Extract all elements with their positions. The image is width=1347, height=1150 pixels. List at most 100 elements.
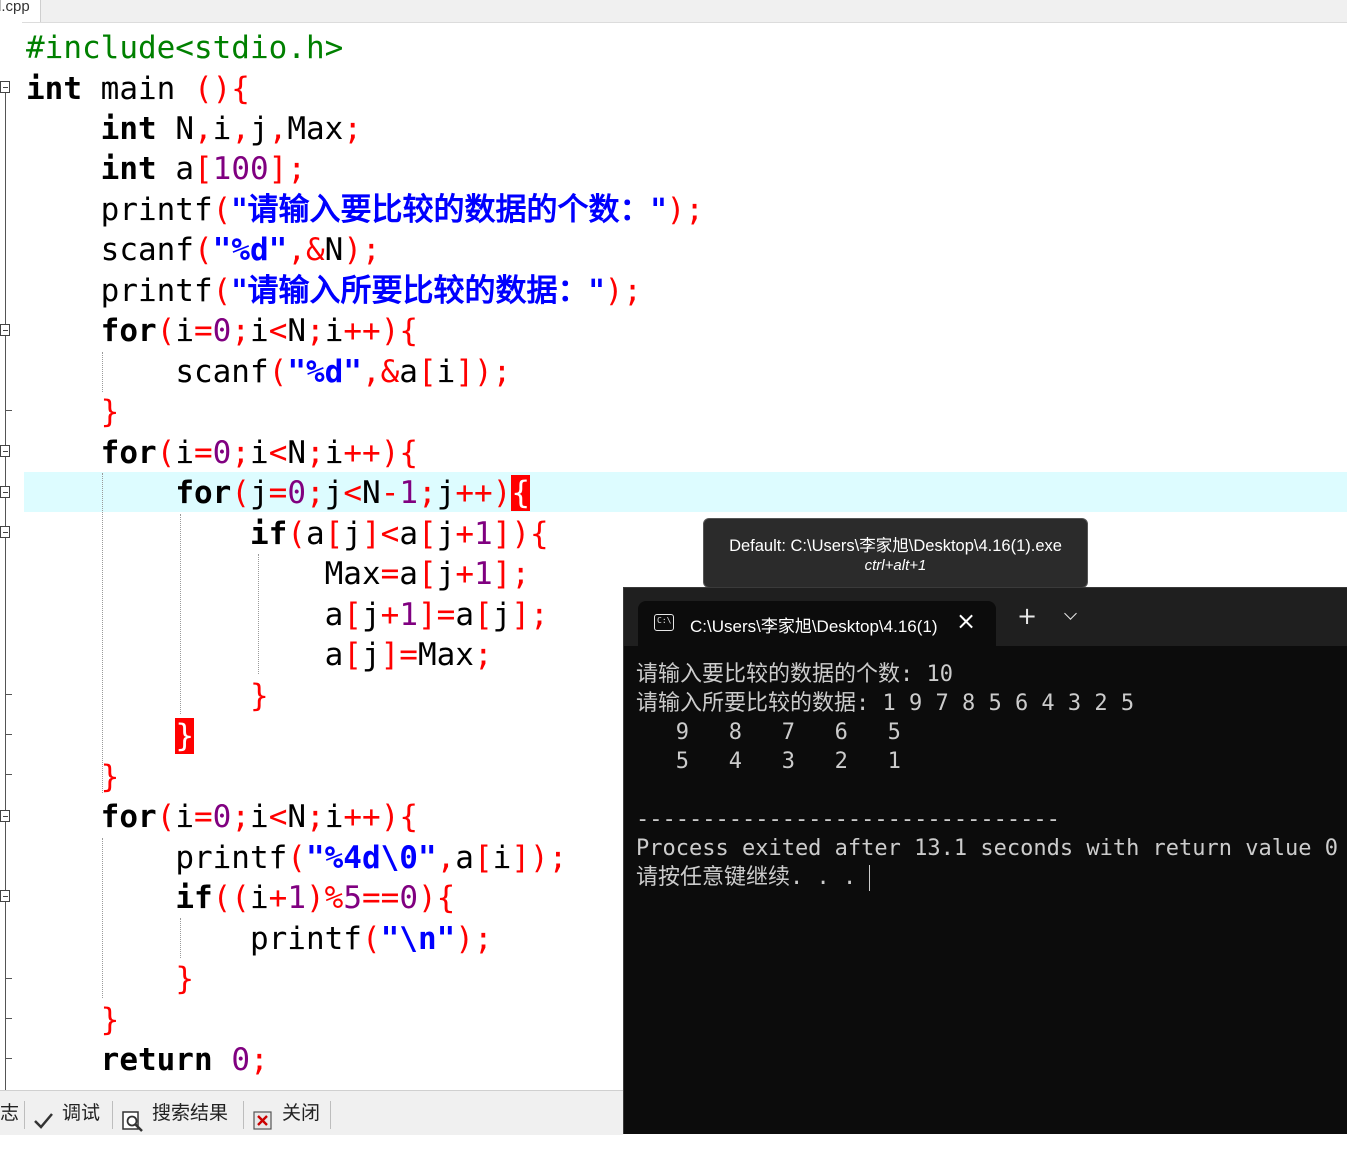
code-token: 0 <box>399 880 418 916</box>
code-token: < <box>268 435 288 471</box>
tab-search-results[interactable]: 搜索结果 <box>122 1091 228 1135</box>
code-token: if <box>175 880 213 916</box>
tab-separator <box>243 1101 244 1129</box>
code-token: ); <box>666 192 704 228</box>
code-token: < <box>343 475 363 511</box>
terminal-output[interactable]: 请输入要比较的数据的个数: 10 请输入所要比较的数据: 1 9 7 8 5 6… <box>636 660 1347 892</box>
fold-toggle-icon[interactable] <box>0 445 10 457</box>
code-token: j <box>436 475 456 511</box>
code-token: } <box>100 1002 120 1038</box>
terminal-line: -------------------------------- <box>636 807 1060 832</box>
tab-close-label: 关闭 <box>282 1102 321 1124</box>
code-line: a[j]=Max; <box>26 635 493 675</box>
tooltip-shortcut: ctrl+alt+1 <box>864 557 927 574</box>
code-token: ,& <box>361 354 400 390</box>
code-token: return <box>100 1042 213 1078</box>
code-token: 1 <box>399 597 418 633</box>
code-token: ++){ <box>343 435 419 471</box>
code-token: 1 <box>287 880 306 916</box>
tab-separator <box>112 1101 113 1129</box>
terminal-line: 5 4 3 2 1 <box>636 749 901 774</box>
code-token: "%4d\0" <box>305 840 437 876</box>
code-token: 0 <box>212 799 232 835</box>
fold-end-tick <box>5 734 12 735</box>
tab-log[interactable]: 志 <box>0 1091 19 1135</box>
code-token: for <box>100 799 157 835</box>
tab-separator <box>330 1101 331 1129</box>
code-token: ]; <box>511 597 549 633</box>
tab-debug-label: 调试 <box>62 1102 101 1124</box>
code-token: ( <box>287 840 306 876</box>
editor-tab-strip: l.cpp <box>0 0 1347 23</box>
code-token: ( <box>212 273 232 309</box>
code-token: "请输入所要比较的数据：" <box>231 273 605 309</box>
code-token: ; <box>231 799 251 835</box>
code-token: = <box>194 313 213 349</box>
fold-toggle-icon[interactable] <box>0 890 10 902</box>
code-token: 1 <box>399 475 419 511</box>
code-token: (){ <box>193 71 250 107</box>
code-token: } <box>249 678 269 714</box>
terminal-window[interactable]: C:\Users\李家旭\Desktop\4.16(1).exe × + 请输入… <box>623 587 1347 1134</box>
terminal-line: 请输入所要比较的数据: 1 9 7 8 5 6 4 3 2 5 <box>636 691 1135 716</box>
chevron-down-icon[interactable] <box>1064 608 1078 622</box>
terminal-line: 请按任意键继续. . . <box>636 865 870 890</box>
close-icon[interactable]: × <box>956 607 976 635</box>
terminal-tab[interactable]: C:\Users\李家旭\Desktop\4.16(1).exe × <box>638 601 996 646</box>
terminal-line: 9 8 7 6 5 <box>636 720 901 745</box>
code-token: , <box>231 111 250 147</box>
terminal-titlebar: C:\Users\李家旭\Desktop\4.16(1).exe × + <box>624 588 1347 646</box>
code-token: "请输入要比较的数据的个数：" <box>231 192 667 228</box>
fold-end-tick <box>5 1018 12 1019</box>
code-token: i <box>175 313 194 349</box>
code-token: 1 <box>473 556 493 592</box>
code-line: for(i=0;i<N;i++){ <box>26 797 418 837</box>
code-token: Max <box>324 556 381 592</box>
code-token: j <box>343 516 362 552</box>
code-token: ; <box>231 435 251 471</box>
tab-close[interactable]: 关闭 <box>252 1091 320 1135</box>
tab-debug[interactable]: 调试 <box>32 1091 100 1135</box>
tab-search-results-label: 搜索结果 <box>152 1102 229 1124</box>
fold-guide-line <box>5 82 6 1102</box>
new-tab-plus-icon[interactable]: + <box>1017 604 1037 628</box>
code-token: ; <box>306 313 325 349</box>
fold-toggle-icon[interactable] <box>0 810 10 822</box>
code-line: } <box>26 757 120 797</box>
code-token: , <box>193 111 213 147</box>
fold-end-tick <box>5 978 12 979</box>
console-icon <box>654 614 674 631</box>
code-token: N <box>324 232 344 268</box>
code-token: j <box>249 475 269 511</box>
code-token: "%d" <box>212 232 288 268</box>
code-token: ]= <box>380 637 418 673</box>
code-token: Max <box>287 111 344 147</box>
editor-tab-file[interactable]: l.cpp <box>0 0 41 22</box>
code-line: if((i+1)%5==0){ <box>26 878 455 918</box>
code-line: } <box>26 676 269 716</box>
code-token: for <box>100 313 157 349</box>
fold-toggle-icon[interactable] <box>0 526 10 538</box>
fold-toggle-icon[interactable] <box>0 486 10 498</box>
code-line: for(i=0;i<N;i++){ <box>26 433 418 473</box>
code-token: - <box>380 475 400 511</box>
tab-log-label: 志 <box>0 1102 20 1124</box>
code-token: int <box>100 111 157 147</box>
code-token: printf <box>249 921 362 957</box>
code-line: } <box>26 959 194 999</box>
code-token: 0 <box>212 313 232 349</box>
fold-toggle-icon[interactable] <box>0 324 10 336</box>
fold-toggle-icon[interactable] <box>0 81 10 93</box>
code-token: j <box>361 637 381 673</box>
code-token: 5 <box>343 880 362 916</box>
code-token: 0 <box>287 475 306 511</box>
code-token: ); <box>604 273 642 309</box>
code-token: a <box>324 597 344 633</box>
code-token: ++) <box>455 475 512 511</box>
code-token: [ <box>417 516 437 552</box>
code-token: a <box>156 151 194 187</box>
code-token: ; <box>418 475 437 511</box>
code-line: printf("请输入所要比较的数据："); <box>26 271 642 311</box>
code-token: ; <box>231 313 251 349</box>
code-token: int <box>26 71 82 107</box>
